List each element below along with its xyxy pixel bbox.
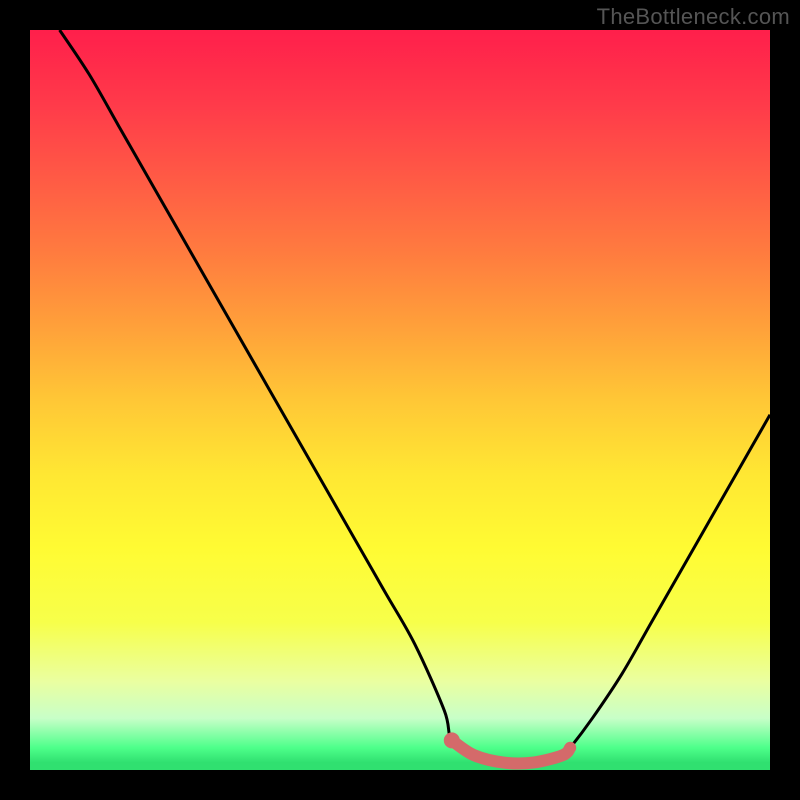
watermark-text: TheBottleneck.com [597,4,790,30]
highlight-dot [444,732,460,748]
curve-svg [30,30,770,770]
plot-area [30,30,770,770]
bottleneck-curve [60,30,770,764]
highlight-segment [452,740,570,763]
chart-frame: TheBottleneck.com [0,0,800,800]
